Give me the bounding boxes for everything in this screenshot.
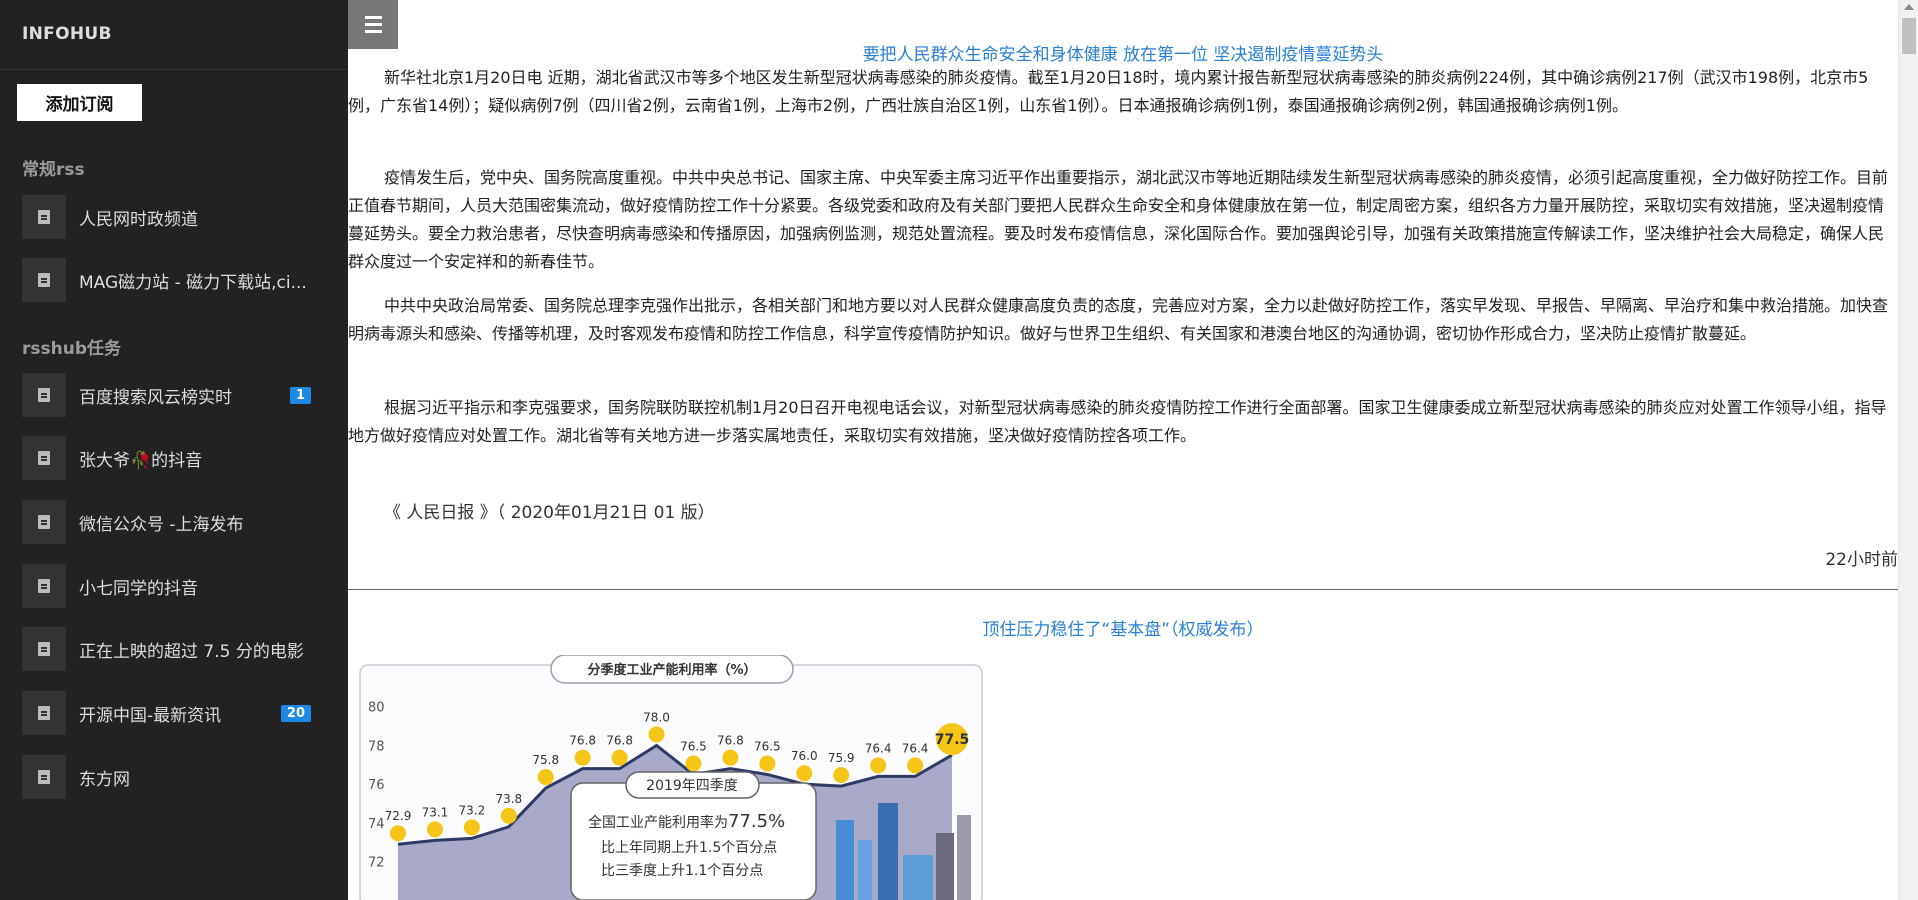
data-label: 76.4 (865, 741, 892, 755)
data-label: 76.5 (754, 739, 781, 753)
document-icon (22, 373, 66, 417)
sidebar-item-label: MAG磁力站 - 磁力下载站,ci... (79, 272, 307, 293)
article-paragraph: 根据习近平指示和李克强要求，国务院联防联控机制1月20日召开电视电话会议，对新型… (348, 398, 1887, 445)
sidebar-item-label: 微信公众号 -上海发布 (79, 514, 244, 535)
sidebar-item-oschina[interactable]: 开源中国-最新资讯 20 (0, 681, 348, 745)
infographic-chart: 分季度工业产能利用率（%） 80 78 76 74 72 72.9 73.1 73.2 73.… (359, 654, 983, 900)
group-title-regular-rss: 常规rss (22, 160, 85, 180)
document-icon (22, 258, 66, 302)
bulb-marker (463, 819, 480, 836)
sidebar-item-douyin-xiaoqi[interactable]: 小七同学的抖音 (0, 554, 348, 618)
document-icon (22, 755, 66, 799)
bulb-marker (833, 767, 850, 784)
article-title[interactable]: 顶住压力稳住了“基本盘”（权威发布） (348, 615, 1898, 640)
y-tick-label: 78 (368, 739, 385, 754)
bulb-marker (907, 757, 924, 774)
unread-count-badge: 1 (289, 386, 311, 404)
hamburger-icon (364, 16, 382, 19)
data-label: 75.8 (532, 753, 559, 767)
bulb-marker (648, 726, 665, 743)
article-list: 要把人民群众生命安全和身体健康 放在第一位 坚决遏制疫情蔓延势头 新华社北京1月… (348, 0, 1898, 900)
data-label: 73.8 (495, 792, 522, 806)
data-label: 76.8 (569, 734, 596, 748)
bulb-marker (685, 755, 702, 772)
document-icon (22, 564, 66, 608)
callout-line-3: 比三季度上升1.1个百分点 (601, 863, 763, 879)
callout-line-1: 全国工业产能利用率为77.5% (588, 811, 785, 832)
brand-logo[interactable]: INFOHUB (0, 0, 348, 70)
document-icon (22, 436, 66, 480)
y-tick-label: 76 (368, 778, 385, 793)
sidebar-item-movies[interactable]: 正在上映的超过 7.5 分的电影 (0, 617, 348, 681)
sidebar-item-label: 正在上映的超过 7.5 分的电影 (79, 641, 304, 662)
bulb-marker (574, 749, 591, 766)
infographic-title: 分季度工业产能利用率（%） (587, 662, 756, 678)
y-tick-label: 80 (368, 701, 385, 716)
article-title[interactable]: 要把人民群众生命安全和身体健康 放在第一位 坚决遏制疫情蔓延势头 (348, 40, 1898, 65)
data-label: 73.1 (422, 805, 449, 819)
callout-tag-text: 2019年四季度 (646, 778, 738, 794)
bulb-marker (390, 825, 406, 842)
sidebar-item-baidu-trends[interactable]: 百度搜索风云榜实时 1 (0, 363, 348, 427)
document-icon (22, 500, 66, 544)
data-label: 78.0 (643, 710, 670, 724)
sidebar-item-people-politics[interactable]: 人民网时政频道 (0, 185, 348, 249)
sidebar-item-label: 东方网 (79, 769, 130, 790)
group-title-rsshub-tasks: rsshub任务 (22, 339, 121, 359)
data-label: 76.4 (902, 741, 929, 755)
bulb-marker (611, 749, 628, 766)
data-label: 75.9 (828, 751, 855, 765)
unread-count-badge: 20 (280, 704, 311, 722)
data-label: 73.2 (459, 803, 486, 817)
bulb-marker (722, 749, 739, 766)
bulb-marker (537, 769, 554, 786)
article-paragraph: 疫情发生后，党中央、国务院高度重视。中共中央总书记、国家主席、中央军委主席习近平… (348, 168, 1889, 271)
scrollbar-thumb[interactable] (1902, 18, 1916, 54)
sidebar-item-label: 小七同学的抖音 (79, 578, 198, 599)
data-label: 76.5 (680, 739, 707, 753)
sidebar-item-mag-magnet[interactable]: MAG磁力站 - 磁力下载站,ci... (0, 248, 348, 312)
sidebar: INFOHUB 添加订阅 常规rss 人民网时政频道 MAG磁力站 - 磁力下载… (0, 0, 348, 900)
document-icon (22, 195, 66, 239)
sidebar-item-label: 百度搜索风云榜实时 (79, 387, 232, 408)
add-subscription-button[interactable]: 添加订阅 (17, 84, 142, 121)
article-divider (348, 589, 1898, 590)
sidebar-item-wechat-shanghai[interactable]: 微信公众号 -上海发布 (0, 490, 348, 554)
y-tick-label: 72 (368, 856, 385, 871)
article-paragraph: 新华社北京1月20日电 近期，湖北省武汉市等多个地区发生新型冠状病毒感染的肺炎疫… (348, 68, 1869, 115)
document-icon (22, 627, 66, 671)
article-timestamp: 22小时前 (1825, 550, 1898, 570)
y-tick-label: 74 (368, 817, 385, 832)
bulb-marker (759, 755, 776, 772)
sidebar-item-eastday[interactable]: 东方网 (0, 745, 348, 809)
sidebar-item-douyin-zhangdaye[interactable]: 张大爷🥀的抖音 (0, 426, 348, 490)
data-label: 76.0 (791, 749, 818, 763)
article-paragraph: 中共中央政治局常委、国务院总理李克强作出批示，各相关部门和地方要以对人民群众健康… (348, 296, 1889, 343)
bulb-marker (870, 757, 887, 774)
bulb-marker (426, 821, 443, 838)
data-label: 72.9 (385, 809, 412, 823)
data-label: 76.8 (717, 734, 744, 748)
document-icon (22, 691, 66, 735)
bulb-marker (500, 807, 517, 824)
sidebar-item-label: 人民网时政频道 (79, 209, 198, 230)
sidebar-item-label: 张大爷🥀的抖音 (79, 450, 203, 471)
sidebar-item-label: 开源中国-最新资讯 (79, 705, 222, 726)
data-label: 77.5 (935, 732, 970, 748)
article-source: 《 人民日报 》（ 2020年01月21日 01 版） (384, 503, 715, 523)
menu-toggle-button[interactable] (348, 0, 398, 49)
data-label: 76.8 (606, 734, 633, 748)
article-infographic-image: 分季度工业产能利用率（%） 80 78 76 74 72 72.9 73.1 73.2 73.… (358, 654, 988, 900)
scroll-up-arrow-icon[interactable] (1904, 4, 1914, 10)
bulb-marker (796, 765, 813, 782)
callout-line-2: 比上年同期上升1.5个百分点 (601, 840, 777, 856)
vertical-scrollbar[interactable] (1898, 0, 1918, 900)
